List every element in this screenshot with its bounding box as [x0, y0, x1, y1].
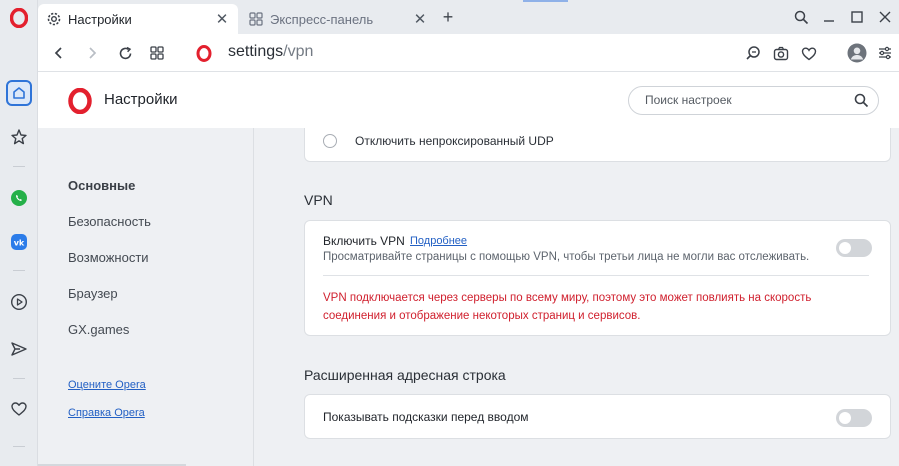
window-controls — [787, 6, 899, 28]
nav-item-features[interactable]: Возможности — [68, 250, 149, 265]
suggestions-label: Показывать подсказки перед вводом — [323, 410, 529, 424]
tab-strip: Настройки ✕ Экспресс-панель ✕ + — [38, 0, 899, 34]
maximize-icon[interactable] — [843, 6, 871, 28]
camera-icon[interactable] — [767, 40, 795, 66]
udp-radio-label: Отключить непроксированный UDP — [355, 134, 554, 148]
settings-nav: Основные Безопасность Возможности Браузе… — [38, 128, 254, 466]
settings-search-input[interactable] — [645, 93, 845, 107]
chevron-right-icon — [89, 47, 97, 59]
reload-button[interactable] — [114, 42, 136, 64]
tab-search-icon[interactable] — [787, 6, 815, 28]
nav-item-basic[interactable]: Основные — [68, 178, 135, 193]
chevron-left-icon — [54, 47, 62, 59]
sidebar-separator — [13, 166, 25, 167]
tab-settings[interactable]: Настройки ✕ — [38, 4, 238, 34]
sidebar-send-button[interactable] — [6, 336, 32, 362]
sidebar-home-button[interactable] — [6, 80, 32, 106]
settings-header: Настройки — [38, 72, 899, 128]
tab-close-icon[interactable]: ✕ — [214, 10, 230, 28]
udp-radio[interactable] — [323, 134, 337, 148]
forward-button[interactable] — [81, 42, 103, 64]
vk-icon: vk — [11, 234, 27, 250]
suggestions-toggle[interactable] — [836, 409, 872, 427]
sidebar-separator — [13, 378, 25, 379]
sidebar-separator — [13, 446, 25, 447]
whatsapp-icon — [11, 190, 27, 206]
vpn-toggle[interactable] — [836, 239, 872, 257]
udp-option-card: Отключить непроксированный UDP — [304, 128, 891, 162]
sidebar-player-button[interactable] — [6, 289, 32, 315]
opera-help-link[interactable]: Справка Opera — [68, 407, 145, 419]
search-icon — [854, 93, 869, 108]
tab-label: Настройки — [68, 11, 132, 27]
easy-setup-icon[interactable] — [871, 40, 899, 66]
vpn-more-link[interactable]: Подробнее — [410, 235, 467, 247]
tab-grid-button[interactable] — [146, 42, 168, 64]
address-bar-actions — [739, 40, 899, 66]
opera-logo-icon — [10, 8, 28, 28]
vpn-description: Просматривайте страницы с помощью VPN, ч… — [323, 251, 810, 263]
toggle-knob — [839, 242, 851, 254]
vpn-enable-label: Включить VPN — [323, 234, 405, 248]
site-info-button[interactable] — [193, 42, 215, 64]
vpn-card: Включить VPN Подробнее Просматривайте ст… — [304, 220, 891, 336]
tab-label: Экспресс-панель — [270, 11, 374, 27]
page-title: Настройки — [104, 91, 178, 108]
url-field[interactable]: settings/vpn — [228, 43, 313, 61]
send-icon — [11, 342, 27, 356]
vpn-divider — [323, 275, 869, 276]
tab-drag-indicator — [523, 0, 568, 2]
nav-item-browser[interactable]: Браузер — [68, 286, 118, 301]
svg-text:vk: vk — [14, 239, 25, 248]
settings-content: Отключить непроксированный UDP VPN Включ… — [255, 128, 899, 466]
opera-logo-icon — [196, 44, 212, 62]
speed-dial-icon — [249, 12, 263, 26]
play-circle-icon — [10, 293, 28, 311]
vpn-section-title: VPN — [304, 192, 333, 208]
settings-search — [628, 86, 879, 115]
home-icon — [13, 87, 25, 99]
tab-speed-dial[interactable]: Экспресс-панель ✕ — [240, 4, 436, 34]
address-bar: settings/vpn — [38, 34, 899, 72]
reload-icon — [119, 46, 131, 59]
sidebar-separator — [13, 270, 25, 271]
sidebar-pinboards-button[interactable] — [6, 124, 32, 150]
opera-sidebar: vk — [0, 0, 38, 466]
nav-item-security[interactable]: Безопасность — [68, 214, 151, 229]
back-button[interactable] — [48, 42, 70, 64]
heart-icon[interactable] — [795, 40, 823, 66]
opera-logo-icon — [68, 88, 92, 114]
heart-outline-icon — [11, 402, 27, 416]
address-bar-section-title: Расширенная адресная строка — [304, 367, 506, 383]
star-outline-icon — [11, 129, 27, 145]
gear-icon — [47, 12, 61, 26]
close-window-icon[interactable] — [871, 6, 899, 28]
lens-search-icon[interactable] — [739, 40, 767, 66]
sidebar-my-flow-button[interactable] — [6, 396, 32, 422]
account-avatar-icon[interactable] — [843, 40, 871, 66]
address-bar-card: Показывать подсказки перед вводом — [304, 394, 891, 439]
vpn-warning: VPN подключается через серверы по всему … — [323, 292, 812, 322]
rate-opera-link[interactable]: Оцените Opera — [68, 379, 146, 391]
url-host: settings — [228, 43, 284, 60]
minimize-icon[interactable] — [815, 6, 843, 28]
url-path: /vpn — [283, 43, 314, 60]
grid-icon — [150, 46, 164, 60]
sidebar-vk-button[interactable]: vk — [6, 229, 32, 255]
opera-menu-button[interactable] — [0, 4, 38, 32]
sidebar-whatsapp-button[interactable] — [6, 185, 32, 211]
nav-item-gx-games[interactable]: GX.games — [68, 322, 129, 337]
tab-close-icon[interactable]: ✕ — [412, 10, 428, 28]
new-tab-plus-icon[interactable]: + — [438, 7, 458, 27]
toggle-knob — [839, 412, 851, 424]
